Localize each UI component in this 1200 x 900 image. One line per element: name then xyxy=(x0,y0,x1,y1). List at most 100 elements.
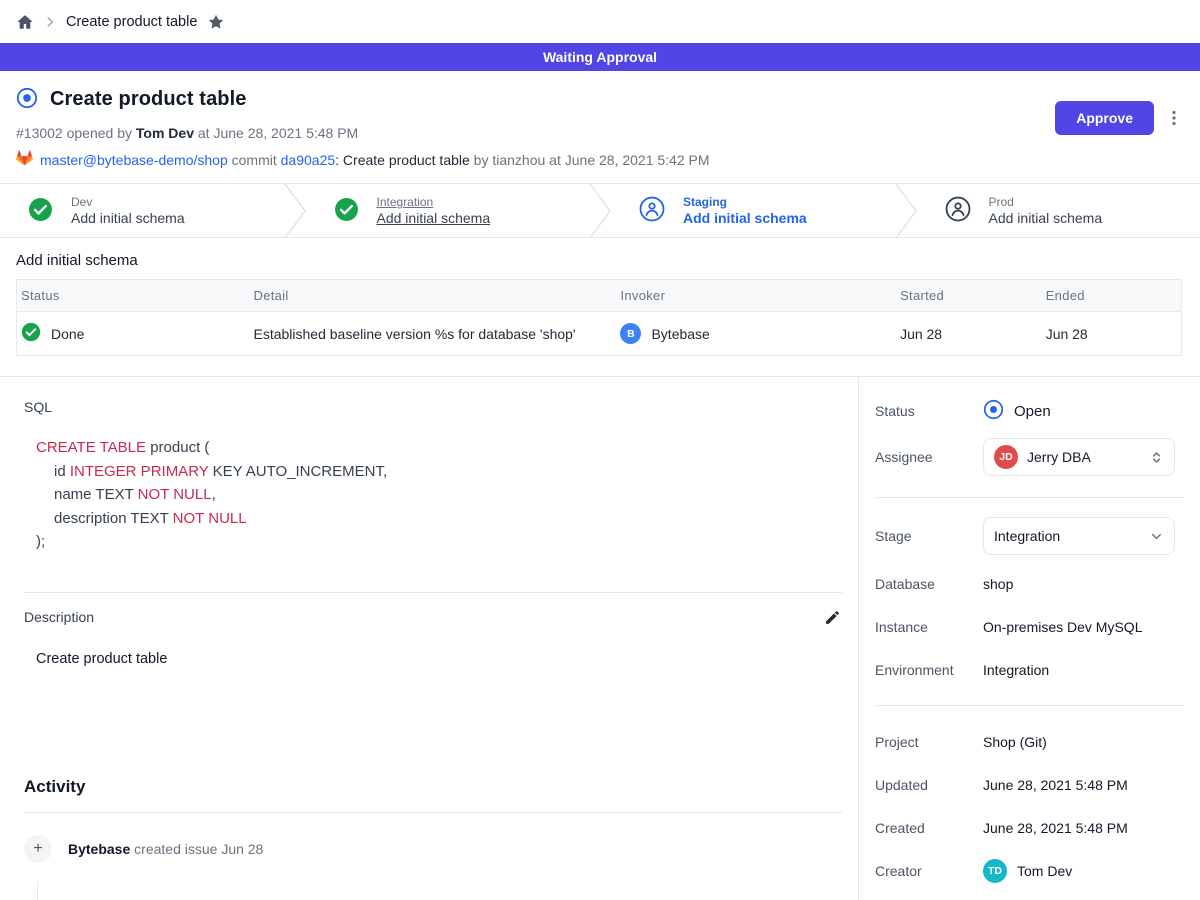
sql-keyword: CREATE TABLE xyxy=(36,439,146,456)
issue-author: Tom Dev xyxy=(136,125,194,141)
plus-icon: + xyxy=(24,835,52,863)
pending-person-icon xyxy=(945,196,971,225)
task-section: Add initial schema Status Detail Invoker… xyxy=(0,238,1200,376)
list-item: + Bytebase created issue Jun 28 xyxy=(24,835,844,863)
creator-row: Creator TD Tom Dev xyxy=(875,849,1184,892)
stage-separator-icon xyxy=(895,184,917,237)
database-row: Database shop xyxy=(875,562,1184,605)
activity-action: created issue Jun 28 xyxy=(130,841,263,857)
sql-text: id xyxy=(54,463,70,480)
stage-task-label: Add initial schema xyxy=(989,210,1103,226)
avatar: JD xyxy=(994,445,1018,469)
status-label: Status xyxy=(875,403,983,419)
activity-actor: Bytebase xyxy=(68,841,130,857)
stage-select[interactable]: Integration xyxy=(983,517,1175,555)
stage-integration[interactable]: Integration Add initial schema xyxy=(306,184,590,237)
creator-value: Tom Dev xyxy=(1017,863,1072,879)
avatar: TD xyxy=(983,859,1007,883)
section-divider xyxy=(24,592,842,593)
more-actions-button[interactable] xyxy=(1162,105,1186,131)
column-header-invoker: Invoker xyxy=(616,280,896,312)
assignee-select[interactable]: JD Jerry DBA xyxy=(983,438,1175,476)
gitlab-icon xyxy=(16,150,33,169)
page-title: Create product table xyxy=(50,88,246,111)
environment-label: Environment xyxy=(875,662,983,678)
stage-dev[interactable]: Dev Add initial schema xyxy=(0,184,284,237)
sql-keyword: NOT NULL xyxy=(138,486,212,503)
check-circle-icon xyxy=(28,197,53,225)
description-label: Description xyxy=(24,609,94,625)
sql-section-label: SQL xyxy=(24,399,844,415)
issue-id: #13002 opened by xyxy=(16,125,132,141)
project-value[interactable]: Shop (Git) xyxy=(983,734,1047,750)
sql-keyword: INTEGER PRIMARY xyxy=(70,463,209,480)
issue-open-icon xyxy=(16,87,38,112)
column-header-ended: Ended xyxy=(1042,280,1182,312)
sql-text: product ( xyxy=(146,439,209,456)
chevron-down-icon xyxy=(1149,529,1164,544)
bytebase-issue-page: Create product table Waiting Approval Cr… xyxy=(0,0,1200,900)
sql-text: ); xyxy=(36,533,45,550)
sql-text: description TEXT xyxy=(54,510,173,527)
approve-button[interactable]: Approve xyxy=(1055,101,1154,135)
invoker-avatar: B xyxy=(620,323,641,344)
activity-timeline-line xyxy=(37,882,38,900)
breadcrumb: Create product table xyxy=(0,0,1200,43)
description-content[interactable]: Create product table xyxy=(24,651,844,667)
table-row[interactable]: Done Established baseline version %s for… xyxy=(17,312,1182,356)
breadcrumb-page-title[interactable]: Create product table xyxy=(66,14,197,30)
stage-value: Integration xyxy=(994,528,1140,544)
stage-separator-icon xyxy=(589,184,611,237)
database-value[interactable]: shop xyxy=(983,576,1013,592)
instance-label: Instance xyxy=(875,619,983,635)
task-status: Done xyxy=(51,326,84,342)
sql-keyword: NOT NULL xyxy=(173,510,247,527)
created-label: Created xyxy=(875,820,983,836)
created-value: June 28, 2021 5:48 PM xyxy=(983,820,1128,836)
status-open-icon xyxy=(983,399,1004,424)
stage-prod[interactable]: Prod Add initial schema xyxy=(917,184,1200,237)
assignee-value: Jerry DBA xyxy=(1027,449,1140,465)
task-table: Status Detail Invoker Started Ended Done xyxy=(16,279,1182,356)
stage-task-label: Add initial schema xyxy=(683,210,807,226)
branch-repo-link[interactable]: master@bytebase-demo/shop xyxy=(40,152,228,168)
column-header-status: Status xyxy=(17,280,250,312)
column-header-detail: Detail xyxy=(250,280,617,312)
creator-label: Creator xyxy=(875,863,983,879)
issue-header: Create product table #13002 opened by To… xyxy=(0,71,1200,183)
stage-env-label: Staging xyxy=(683,195,807,209)
done-check-icon xyxy=(21,322,41,345)
stage-separator-icon xyxy=(284,184,306,237)
edit-description-button[interactable] xyxy=(821,606,844,629)
updated-value: June 28, 2021 5:48 PM xyxy=(983,777,1128,793)
environment-row: Environment Integration xyxy=(875,648,1184,691)
breadcrumb-chevron-icon xyxy=(44,16,56,28)
issue-opened-time: at June 28, 2021 5:48 PM xyxy=(198,125,358,141)
task-invoker: Bytebase xyxy=(651,326,709,342)
sql-text: , xyxy=(212,486,216,503)
project-row: Project Shop (Git) xyxy=(875,720,1184,763)
task-started: Jun 28 xyxy=(896,312,1042,356)
pending-person-icon xyxy=(639,196,665,225)
task-section-title: Add initial schema xyxy=(16,252,1182,269)
favorite-star-icon[interactable] xyxy=(207,13,225,31)
issue-meta: #13002 opened by Tom Dev at June 28, 202… xyxy=(16,125,1184,141)
home-icon[interactable] xyxy=(16,13,34,31)
sql-text: name TEXT xyxy=(54,486,138,503)
environment-value: Integration xyxy=(983,662,1049,678)
instance-row: Instance On-premises Dev MySQL xyxy=(875,605,1184,648)
stage-staging[interactable]: Staging Add initial schema xyxy=(611,184,895,237)
created-row: Created June 28, 2021 5:48 PM xyxy=(875,806,1184,849)
check-circle-icon xyxy=(334,197,359,225)
sidebar-divider xyxy=(875,497,1184,498)
sidebar-divider xyxy=(875,705,1184,706)
stage-task-label: Add initial schema xyxy=(71,210,185,226)
stage-row: Stage Integration xyxy=(875,516,1184,556)
stage-env-label: Dev xyxy=(71,195,185,209)
stage-task-label: Add initial schema xyxy=(377,210,491,226)
issue-sidebar: Status Open Assignee JD Jerry DBA xyxy=(858,377,1200,900)
assignee-label: Assignee xyxy=(875,449,983,465)
commit-hash-link[interactable]: da90a25 xyxy=(281,152,336,168)
banner-text: Waiting Approval xyxy=(543,49,657,65)
commit-word: commit xyxy=(228,152,281,168)
